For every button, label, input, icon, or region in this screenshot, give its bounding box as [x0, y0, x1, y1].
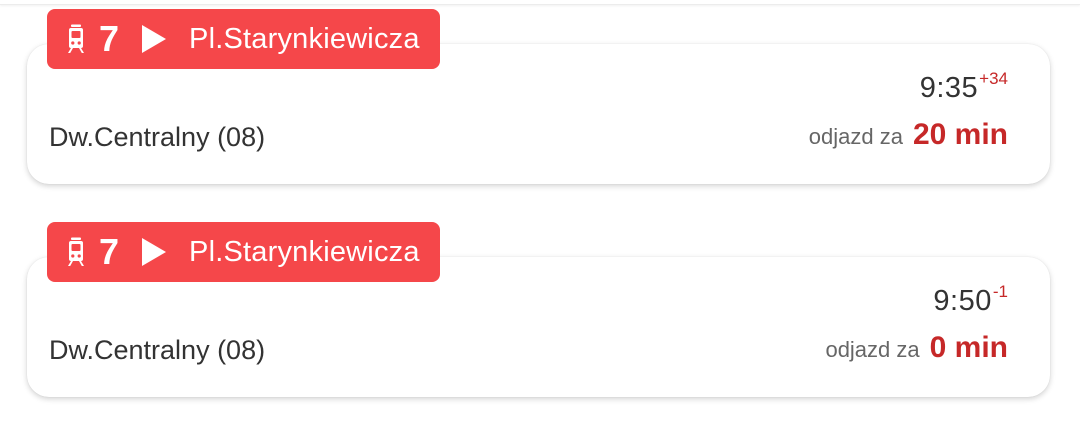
scheduled-time-block: 9:50-1: [933, 282, 1008, 318]
line-badge[interactable]: 7 Pl.Starynkiewicza: [47, 222, 440, 282]
line-badge[interactable]: 7 Pl.Starynkiewicza: [47, 9, 440, 69]
play-icon: [141, 24, 167, 54]
countdown-label: odjazd za: [808, 124, 903, 149]
line-number: 7: [99, 18, 120, 59]
stop-name: Dw.Centralny (08): [49, 122, 266, 152]
countdown: odjazd za 20 min: [809, 118, 1008, 152]
destination-label: Pl.Starynkiewicza: [189, 235, 420, 268]
scheduled-time: 9:50: [933, 285, 992, 317]
scheduled-time: 9:35: [919, 72, 979, 104]
previous-card-edge: [0, 0, 1080, 5]
tram-icon: [65, 24, 87, 54]
countdown-value: 0 min: [929, 331, 1008, 364]
destination-label: Pl.Starynkiewicza: [189, 22, 420, 55]
countdown-value: 20 min: [912, 118, 1008, 151]
countdown-label: odjazd za: [825, 337, 920, 362]
stop-name: Dw.Centralny (08): [49, 335, 266, 365]
delay-indicator: -1: [992, 282, 1008, 301]
scheduled-time-block: 9:35+34: [919, 69, 1008, 105]
delay-indicator: +34: [979, 69, 1008, 88]
countdown: odjazd za 0 min: [825, 331, 1008, 365]
line-number: 7: [99, 231, 120, 272]
tram-icon: [65, 237, 87, 267]
play-icon: [141, 237, 167, 267]
